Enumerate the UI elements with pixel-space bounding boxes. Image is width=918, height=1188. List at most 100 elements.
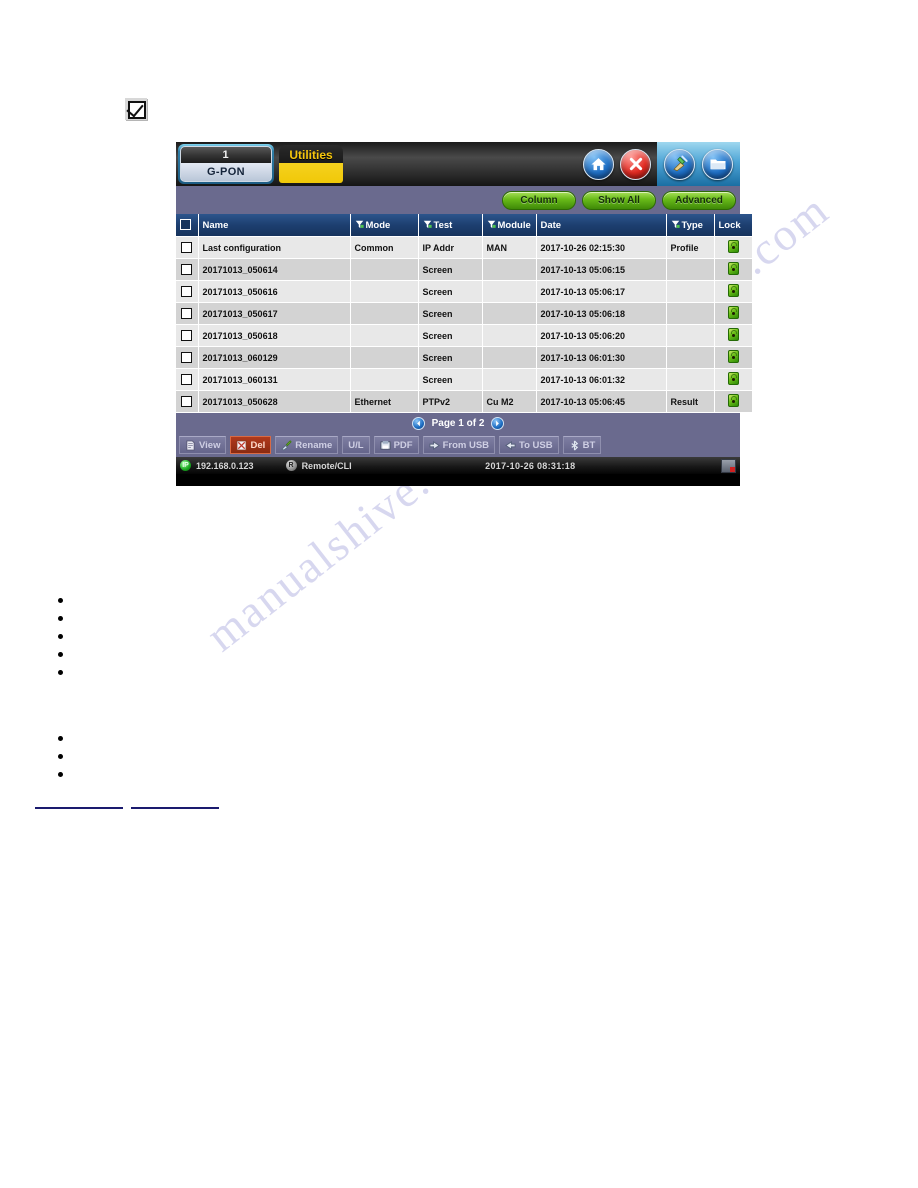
row-select-cell[interactable] — [176, 236, 199, 259]
table-body: Last configuration Common IP Addr MAN 2017-1… — [176, 236, 752, 413]
cell-lock[interactable] — [714, 280, 752, 303]
column-header-module[interactable]: Module — [482, 214, 537, 237]
column-header-mode-label: Mode — [365, 219, 391, 231]
list-item-bullet — [58, 754, 63, 759]
u-l-button[interactable]: U/L — [342, 436, 370, 454]
row-checkbox[interactable] — [181, 242, 193, 254]
screenshot-icon[interactable] — [721, 458, 736, 473]
cell-type — [666, 302, 715, 325]
port-number: 1 — [181, 147, 271, 164]
column-button[interactable]: Column — [502, 190, 576, 210]
advanced-button[interactable]: Advanced — [662, 190, 736, 210]
table-row[interactable]: 20171013_060129 Screen 2017-10-13 06:01:30 — [176, 346, 752, 369]
pdf-button[interactable]: PDF — [373, 436, 419, 454]
bottom-toolbar: View Del Rename U/L PDF From USB To USB BT — [176, 433, 740, 457]
delete-icon — [236, 439, 248, 451]
cell-mode: Ethernet — [350, 390, 419, 413]
button-label: U/L — [348, 439, 364, 451]
show-all-button[interactable]: Show All — [582, 190, 656, 210]
cell-test: IP Addr — [418, 236, 483, 259]
column-header-lock[interactable]: Lock — [714, 214, 752, 237]
tools-icon[interactable] — [664, 148, 695, 180]
table-row[interactable]: 20171013_060131 Screen 2017-10-13 06:01:32 — [176, 368, 752, 391]
row-checkbox[interactable] — [181, 308, 193, 320]
brush-icon — [281, 439, 293, 451]
close-icon[interactable] — [620, 148, 651, 180]
column-header-test[interactable]: Test — [418, 214, 483, 237]
status-bar: IP 192.168.0.123 R Remote/CLI 2017-10-26… — [176, 457, 740, 474]
cell-test: Screen — [418, 302, 483, 325]
row-select-cell[interactable] — [176, 302, 199, 325]
select-all-checkbox[interactable] — [180, 219, 191, 231]
cell-lock[interactable] — [714, 346, 752, 369]
bt-button[interactable]: BT — [562, 436, 602, 454]
cell-date: 2017-10-13 05:06:15 — [536, 258, 667, 281]
column-header-date[interactable]: Date — [536, 214, 667, 237]
lock-icon[interactable] — [727, 350, 739, 363]
row-select-cell[interactable] — [176, 390, 199, 413]
from-usb-button[interactable]: From USB — [422, 436, 496, 454]
port-tab-gpon[interactable]: 1 G-PON — [178, 144, 274, 184]
list-item-bullet — [58, 634, 63, 639]
cell-type — [666, 258, 715, 281]
home-icon[interactable] — [583, 148, 614, 180]
list-item-bullet — [58, 670, 63, 675]
column-header-lock-label: Lock — [718, 219, 741, 231]
chevron-left-icon[interactable] — [411, 416, 425, 430]
cell-test: Screen — [418, 258, 483, 281]
filter-icon — [423, 220, 432, 229]
cell-mode — [350, 368, 419, 391]
cell-lock[interactable] — [714, 390, 752, 413]
cell-module — [482, 280, 537, 303]
cell-lock[interactable] — [714, 324, 752, 347]
cell-lock[interactable] — [714, 302, 752, 325]
lock-icon[interactable] — [727, 284, 739, 297]
row-checkbox[interactable] — [181, 330, 193, 342]
lock-icon[interactable] — [727, 372, 739, 385]
row-select-cell[interactable] — [176, 280, 199, 303]
row-select-cell[interactable] — [176, 258, 199, 281]
column-header-type[interactable]: Type — [666, 214, 715, 237]
column-header-name[interactable]: Name — [198, 214, 351, 237]
table-row[interactable]: 20171013_050618 Screen 2017-10-13 05:06:20 — [176, 324, 752, 347]
table-row[interactable]: 20171013_050616 Screen 2017-10-13 05:06:17 — [176, 280, 752, 303]
folder-icon[interactable] — [702, 148, 733, 180]
row-checkbox[interactable] — [181, 374, 193, 386]
lock-icon[interactable] — [727, 306, 739, 319]
cell-lock[interactable] — [714, 368, 752, 391]
column-header-mode[interactable]: Mode — [350, 214, 419, 237]
select-all-header[interactable] — [176, 214, 199, 237]
row-select-cell[interactable] — [176, 324, 199, 347]
cell-name: Last configuration — [198, 236, 351, 259]
row-select-cell[interactable] — [176, 368, 199, 391]
checked-checkbox-icon — [125, 98, 147, 120]
lock-icon[interactable] — [727, 262, 739, 275]
cell-lock[interactable] — [714, 258, 752, 281]
row-checkbox[interactable] — [181, 286, 193, 298]
row-checkbox[interactable] — [181, 264, 193, 276]
to-usb-button[interactable]: To USB — [499, 436, 559, 454]
lock-icon[interactable] — [727, 394, 739, 407]
lock-icon[interactable] — [727, 328, 739, 341]
cell-name: 20171013_050614 — [198, 258, 351, 281]
tab-utilities[interactable]: Utilities — [279, 145, 343, 183]
table-row[interactable]: 20171013_050614 Screen 2017-10-13 05:06:15 — [176, 258, 752, 281]
row-checkbox[interactable] — [181, 352, 193, 364]
cell-name: 20171013_060129 — [198, 346, 351, 369]
table-row[interactable]: 20171013_050628 Ethernet PTPv2 Cu M2 2017-10… — [176, 390, 752, 413]
list-item-bullet — [58, 616, 63, 621]
cell-lock[interactable] — [714, 236, 752, 259]
chevron-right-icon[interactable] — [491, 416, 505, 430]
rename-button[interactable]: Rename — [275, 436, 339, 454]
cell-name: 20171013_050628 — [198, 390, 351, 413]
button-label: Del — [250, 439, 266, 451]
row-select-cell[interactable] — [176, 346, 199, 369]
table-row[interactable]: 20171013_050617 Screen 2017-10-13 05:06:18 — [176, 302, 752, 325]
del-button[interactable]: Del — [230, 436, 272, 454]
table-row[interactable]: Last configuration Common IP Addr MAN 2017-1… — [176, 236, 752, 259]
cell-date: 2017-10-13 05:06:18 — [536, 302, 667, 325]
view-button[interactable]: View — [179, 436, 227, 454]
row-checkbox[interactable] — [181, 396, 193, 408]
lock-icon[interactable] — [727, 240, 739, 253]
device-screenshot-panel: 1 G-PON Utilities Column Show All Advanc… — [176, 142, 752, 486]
